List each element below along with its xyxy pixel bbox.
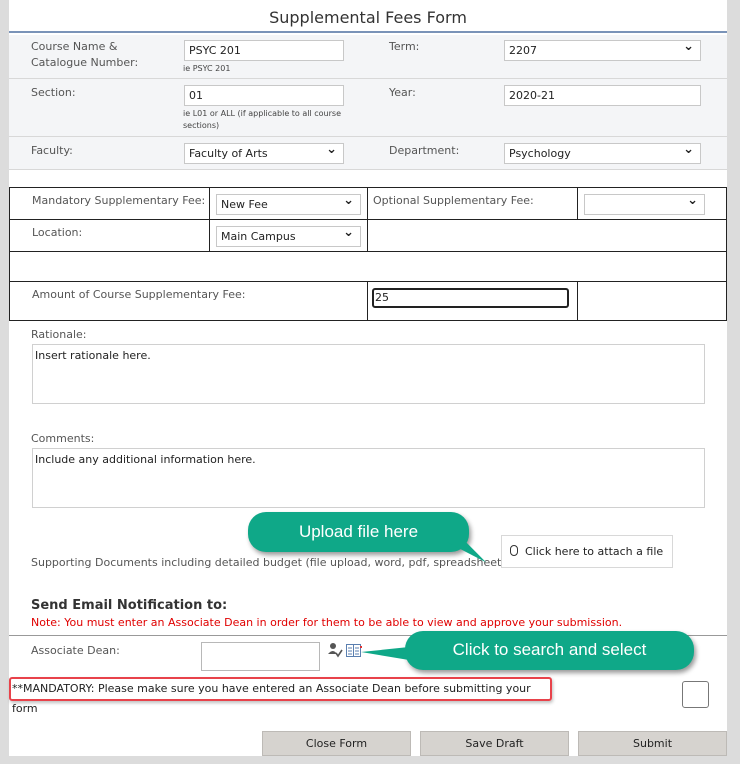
- course-info-section: Course Name & Catalogue Number: PSYC 201…: [9, 35, 727, 170]
- optional-fee-cell: [577, 187, 727, 220]
- mandatory-fee-cell: New Fee: [209, 187, 368, 220]
- term-value: 2207: [509, 44, 537, 57]
- save-draft-button[interactable]: Save Draft: [420, 731, 569, 756]
- section-hint-line2: sections): [183, 121, 220, 130]
- attach-file-label: Click here to attach a file: [525, 545, 664, 558]
- mandatory-fee-value: New Fee: [221, 198, 268, 211]
- section-hint: ie L01 or ALL (if applicable to all cour…: [183, 108, 341, 132]
- section-row: Section: 01 ie L01 or ALL (if applicable…: [9, 79, 727, 137]
- location-cell: Main Campus: [209, 219, 368, 252]
- faculty-value: Faculty of Arts: [189, 147, 268, 160]
- comments-label: Comments:: [31, 432, 95, 445]
- amount-input[interactable]: 25: [372, 288, 569, 308]
- mandatory-fee-label: Mandatory Supplementary Fee:: [9, 187, 210, 220]
- department-value: Psychology: [509, 147, 571, 160]
- associate-dean-label: Associate Dean:: [31, 644, 120, 657]
- amount-cell: 25: [367, 281, 578, 321]
- mandatory-fee-select[interactable]: New Fee: [216, 191, 361, 215]
- close-form-button[interactable]: Close Form: [262, 731, 411, 756]
- amount-row: Amount of Course Supplementary Fee: 25: [9, 281, 727, 321]
- confirm-checkbox[interactable]: [682, 681, 709, 708]
- course-row: Course Name & Catalogue Number: PSYC 201…: [9, 35, 727, 79]
- section-hint-line1: ie L01 or ALL (if applicable to all cour…: [183, 109, 342, 118]
- paperclip-icon: [510, 545, 518, 556]
- amount-empty-cell: [577, 281, 727, 321]
- term-label: Term:: [389, 40, 420, 53]
- attach-file-button[interactable]: Click here to attach a file: [501, 535, 673, 568]
- address-book-icon[interactable]: [346, 643, 362, 657]
- course-label: Course Name & Catalogue Number:: [31, 39, 138, 71]
- location-row: Location: Main Campus: [9, 219, 727, 252]
- fees-table: Mandatory Supplementary Fee: New Fee Opt…: [9, 187, 727, 321]
- associate-dean-note: Note: You must enter an Associate Dean i…: [31, 616, 623, 629]
- search-callout-pointer: [361, 647, 409, 660]
- search-callout-text: Click to search and select: [452, 640, 647, 659]
- fee-type-row: Mandatory Supplementary Fee: New Fee Opt…: [9, 187, 727, 220]
- location-value: Main Campus: [221, 230, 296, 243]
- faculty-select[interactable]: Faculty of Arts: [184, 140, 344, 164]
- course-hint: ie PSYC 201: [183, 64, 231, 73]
- term-select[interactable]: 2207: [504, 37, 701, 61]
- check-names-icon[interactable]: [327, 642, 343, 658]
- search-callout: Click to search and select: [361, 631, 694, 670]
- course-label-line2: Catalogue Number:: [31, 56, 139, 69]
- department-select[interactable]: Psychology: [504, 140, 701, 164]
- rationale-label: Rationale:: [31, 328, 87, 341]
- location-select[interactable]: Main Campus: [216, 223, 361, 247]
- mandatory-warning: **MANDATORY: Please make sure you have e…: [9, 677, 552, 715]
- upload-callout: Upload file here: [248, 512, 493, 565]
- supporting-docs-label: Supporting Documents including detailed …: [31, 556, 510, 569]
- optional-fee-label: Optional Supplementary Fee:: [367, 187, 578, 220]
- faculty-label: Faculty:: [31, 144, 73, 157]
- form-page: Supplemental Fees Form Course Name & Cat…: [9, 0, 727, 756]
- submit-button[interactable]: Submit: [578, 731, 727, 756]
- comments-textarea[interactable]: Include any additional information here.: [32, 448, 705, 508]
- faculty-row: Faculty: Faculty of Arts Department: Psy…: [9, 137, 727, 170]
- year-input[interactable]: 2020-21: [504, 85, 701, 106]
- rationale-textarea[interactable]: Insert rationale here.: [32, 344, 705, 404]
- spacer-cell: [9, 251, 727, 282]
- spacer-row: [9, 251, 727, 282]
- upload-callout-text: Upload file here: [298, 522, 419, 541]
- location-empty-cell: [367, 219, 727, 252]
- year-label: Year:: [389, 86, 416, 99]
- optional-fee-select[interactable]: [584, 191, 705, 215]
- associate-dean-input[interactable]: [201, 642, 320, 671]
- section-label: Section:: [31, 86, 76, 99]
- send-notification-heading: Send Email Notification to:: [31, 598, 228, 613]
- section-input[interactable]: 01: [184, 85, 344, 106]
- course-label-line1: Course Name &: [31, 40, 118, 53]
- form-title: Supplemental Fees Form: [9, 0, 727, 33]
- department-label: Department:: [389, 144, 460, 157]
- location-label: Location:: [9, 219, 210, 252]
- amount-label: Amount of Course Supplementary Fee:: [9, 281, 368, 321]
- course-input[interactable]: PSYC 201: [184, 40, 344, 61]
